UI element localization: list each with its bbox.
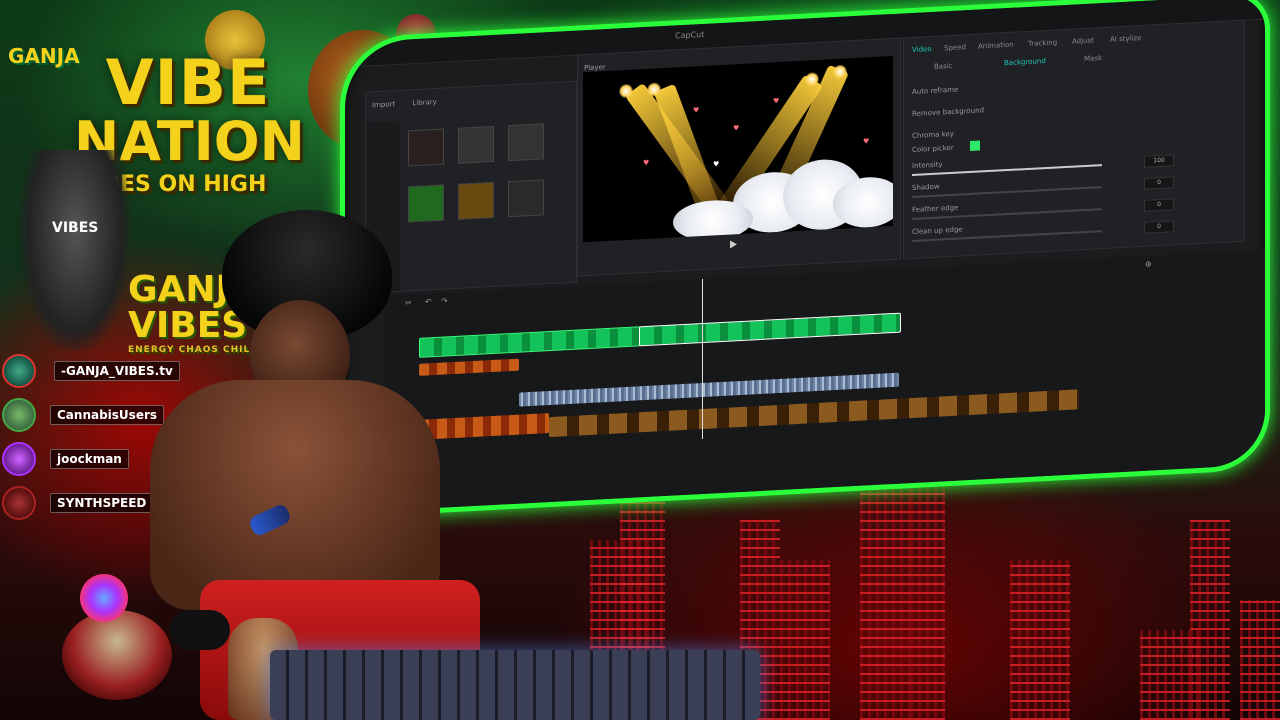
logo-line-1: VIBE xyxy=(105,46,271,119)
shadow-value[interactable]: 0 xyxy=(1144,176,1174,190)
chat-user: CannabisUsers xyxy=(2,396,165,434)
media-thumb[interactable] xyxy=(408,128,444,167)
chat-username: SYNTHSPEED xyxy=(50,493,154,513)
heart-icon: ♥ xyxy=(773,96,780,106)
properties-panel: Video Speed Animation Tracking Adjust AI… xyxy=(903,19,1245,260)
intensity-value[interactable]: 100 xyxy=(1144,154,1174,168)
playhead[interactable] xyxy=(702,278,703,440)
avatar-icon xyxy=(2,354,36,388)
avatar-icon xyxy=(2,442,36,476)
prop-chroma-key[interactable]: Chroma key xyxy=(912,130,954,140)
chat-username: -GANJA_VIBES.tv xyxy=(54,361,180,381)
heart-icon: ♥ xyxy=(733,124,740,133)
tab-animation[interactable]: Animation xyxy=(978,41,1014,51)
tab-speed[interactable]: Speed xyxy=(944,43,966,52)
undo-icon[interactable]: ↶ xyxy=(425,297,432,306)
media-panel: Import Library xyxy=(365,80,577,294)
streamer-torso xyxy=(150,380,440,610)
tab-adjust[interactable]: Adjust xyxy=(1072,36,1094,45)
timeline-panel: ✂ ↶ ↷ ⊕ xyxy=(385,249,1265,511)
tab-video[interactable]: Video xyxy=(912,45,932,54)
media-thumb[interactable] xyxy=(458,125,494,164)
led-orb xyxy=(80,574,128,622)
skyline-building xyxy=(1240,600,1280,720)
chat-user: SYNTHSPEED xyxy=(2,484,154,522)
skyline-building xyxy=(1190,520,1230,720)
heart-icon: ♥ xyxy=(863,137,870,146)
skyline-building xyxy=(1010,560,1070,720)
media-thumb[interactable] xyxy=(508,123,544,162)
editor-window-title: CapCut xyxy=(675,29,705,41)
ganja-small-logo: GANJA xyxy=(8,44,80,68)
prop-intensity: Intensity xyxy=(912,160,943,171)
video-clip-selected[interactable] xyxy=(639,312,901,347)
mascot-figure xyxy=(20,150,130,350)
chat-user: joockman xyxy=(2,440,129,478)
heart-icon: ♥ xyxy=(693,106,700,115)
skyline-building xyxy=(910,450,945,720)
play-icon[interactable] xyxy=(730,240,737,249)
media-thumb[interactable] xyxy=(458,181,494,220)
cleanup-value[interactable]: 0 xyxy=(1144,220,1174,234)
color-swatch[interactable] xyxy=(970,140,980,151)
microphone xyxy=(170,610,230,650)
prop-remove-background[interactable]: Remove background xyxy=(912,106,984,118)
zoom-icon[interactable]: ⊕ xyxy=(1145,259,1152,268)
monitor-screen: CapCut Import Library Player ♥ ♥ ♥ ♥ ♥ ♥… xyxy=(340,0,1270,519)
audio-clip[interactable] xyxy=(419,358,519,376)
subtab-mask[interactable]: Mask xyxy=(1084,54,1102,63)
keyboard xyxy=(270,650,760,720)
overlay-clip[interactable] xyxy=(419,413,549,440)
video-clip[interactable] xyxy=(419,326,641,358)
chat-username: CannabisUsers xyxy=(50,405,165,425)
avatar-icon xyxy=(2,398,36,432)
prop-feather-edge: Feather edge xyxy=(912,203,959,215)
tab-ai-stylize[interactable]: AI stylize xyxy=(1110,34,1141,44)
shadow-slider[interactable] xyxy=(912,186,1102,199)
media-thumb[interactable] xyxy=(508,179,544,218)
prop-auto-reframe[interactable]: Auto reframe xyxy=(912,86,958,96)
redo-icon[interactable]: ↷ xyxy=(441,296,448,305)
heart-icon: ♥ xyxy=(713,160,720,169)
split-icon[interactable]: ✂ xyxy=(405,298,412,307)
prop-color-picker[interactable]: Color picker xyxy=(912,144,954,154)
subtab-basic[interactable]: Basic xyxy=(934,62,953,71)
media-tab-library[interactable]: Library xyxy=(412,98,436,107)
tab-tracking[interactable]: Tracking xyxy=(1028,38,1057,48)
prop-shadow: Shadow xyxy=(912,182,940,193)
prop-clean-up-edge: Clean up edge xyxy=(912,225,963,237)
grinder-bowl xyxy=(62,610,172,700)
skyline-building xyxy=(780,560,830,720)
avatar-icon xyxy=(2,486,36,520)
mascot-shirt-text: VIBES xyxy=(52,220,99,236)
heart-icon: ♥ xyxy=(643,158,650,168)
media-tab-import[interactable]: Import xyxy=(372,100,395,109)
preview-canvas: ♥ ♥ ♥ ♥ ♥ ♥ xyxy=(583,56,893,243)
feather-value[interactable]: 0 xyxy=(1144,198,1174,212)
media-thumb[interactable] xyxy=(408,184,444,223)
chat-username: joockman xyxy=(50,449,129,469)
stream-scene: GANJA VIBE NATION VIBES ON HIGH VIBES GA… xyxy=(0,0,1280,720)
chat-user: -GANJA_VIBES.tv xyxy=(2,352,180,390)
subtab-background[interactable]: Background xyxy=(1004,57,1046,67)
